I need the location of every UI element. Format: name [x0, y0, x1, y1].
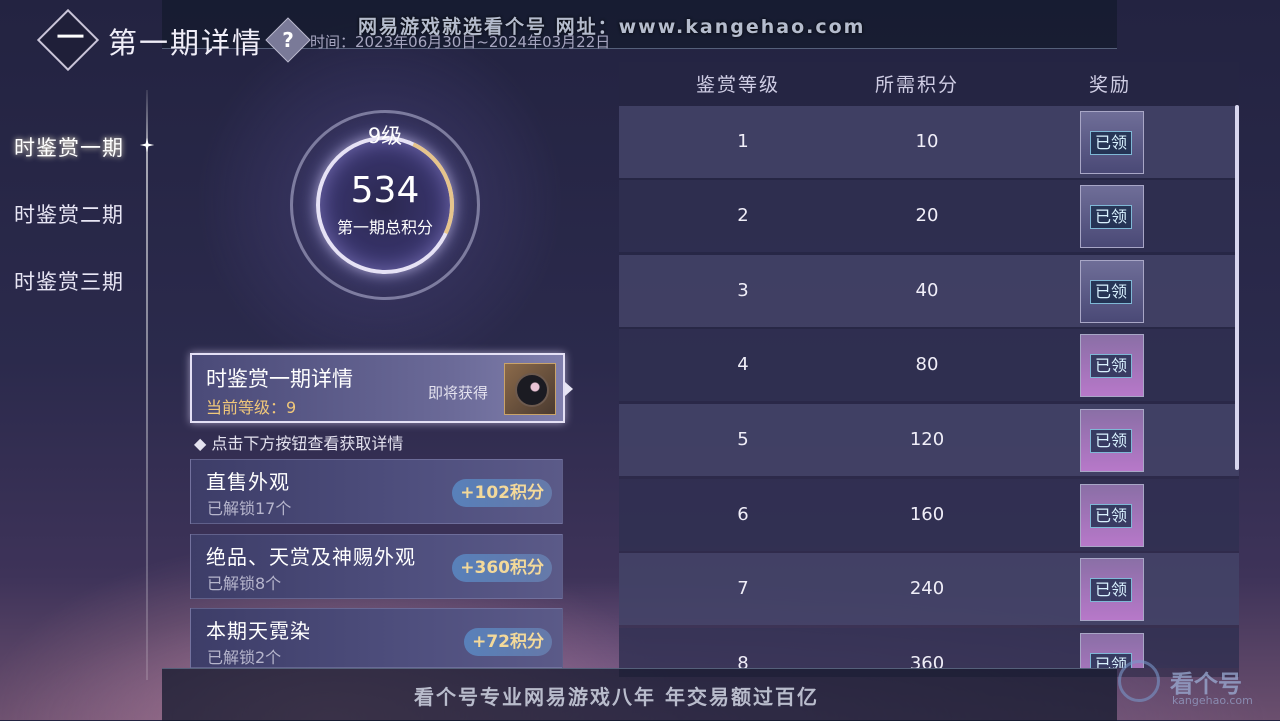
source-unlocked: 已解锁2个 — [207, 648, 282, 667]
table-row: 3 40 已领 — [619, 255, 1239, 327]
upcoming-reward-label: 即将获得 — [428, 384, 489, 402]
table-row: 4 80 已领 — [619, 329, 1239, 401]
table-scrollbar[interactable] — [1235, 105, 1239, 470]
period-detail-card[interactable]: 时鉴赏一期详情 当前等级：9 即将获得 — [190, 353, 565, 423]
row-level: 1 — [737, 131, 749, 152]
hint-text: ◆ 点击下方按钮查看获取详情 — [194, 434, 404, 453]
row-points: 120 — [909, 429, 945, 450]
back-button[interactable] — [36, 8, 100, 72]
page-title: 第一期详情 — [108, 26, 264, 60]
column-header-points: 所需积分 — [875, 74, 960, 96]
reward-item[interactable]: 已领 — [1080, 484, 1144, 547]
source-points-badge: +360积分 — [452, 554, 552, 582]
source-card-dye[interactable]: 本期天霓染 已解锁2个 +72积分 — [190, 608, 563, 668]
upcoming-reward-item[interactable] — [504, 363, 556, 415]
table-row: 7 240 已领 — [619, 553, 1239, 625]
sparkle-icon — [140, 138, 154, 152]
row-level: 5 — [737, 429, 749, 450]
source-points-badge: +102积分 — [452, 479, 552, 507]
sidebar-item-period-1[interactable]: 时鉴赏一期 — [14, 132, 124, 162]
source-title: 本期天霓染 — [206, 619, 311, 643]
row-points: 80 — [915, 354, 939, 375]
claimed-label: 已领 — [1090, 354, 1133, 378]
question-icon: ? — [282, 28, 294, 52]
source-points-badge: +72积分 — [464, 628, 552, 656]
reward-item[interactable]: 已领 — [1080, 558, 1144, 621]
row-level: 8 — [737, 653, 749, 668]
row-points: 40 — [915, 280, 939, 301]
row-level: 4 — [737, 354, 749, 375]
source-unlocked: 已解锁17个 — [207, 499, 292, 518]
row-level: 7 — [737, 578, 749, 599]
claimed-label: 已领 — [1090, 504, 1133, 528]
table-row: 1 10 已领 — [619, 106, 1239, 178]
row-points: 10 — [915, 131, 939, 152]
column-header-level: 鉴赏等级 — [696, 74, 781, 96]
claimed-label: 已领 — [1090, 429, 1133, 453]
row-level: 6 — [737, 504, 749, 525]
sidebar-item-period-3[interactable]: 时鉴赏三期 — [14, 266, 124, 296]
table-row: 2 20 已领 — [619, 180, 1239, 252]
bottom-banner-text: 看个号专业网易游戏八年 年交易额过百亿 — [414, 685, 819, 709]
watermark-logo-icon — [1118, 660, 1160, 702]
source-card-direct-sale[interactable]: 直售外观 已解锁17个 +102积分 — [190, 459, 563, 524]
date-range: 时间：2023年06月30日~2024年03月22日 — [310, 33, 611, 51]
claimed-label: 已领 — [1090, 205, 1133, 229]
total-score: 534 — [350, 170, 420, 211]
source-title: 绝品、天赏及神赐外观 — [206, 545, 416, 569]
table-row: 6 160 已领 — [619, 479, 1239, 551]
source-card-premium[interactable]: 绝品、天赏及神赐外观 已解锁8个 +360积分 — [190, 534, 563, 599]
row-level: 3 — [737, 280, 749, 301]
row-points: 20 — [915, 205, 939, 226]
claimed-label: 已领 — [1090, 280, 1133, 304]
row-points: 160 — [909, 504, 945, 525]
total-score-label: 第一期总积分 — [336, 218, 433, 237]
table-row: 5 120 已领 — [619, 404, 1239, 476]
source-unlocked: 已解锁8个 — [207, 574, 282, 593]
reward-item[interactable]: 已领 — [1080, 185, 1144, 248]
sidebar-divider — [146, 90, 148, 680]
arrow-right-icon — [565, 382, 573, 396]
detail-title: 时鉴赏一期详情 — [206, 367, 353, 391]
sidebar-item-period-2[interactable]: 时鉴赏二期 — [14, 199, 124, 229]
current-level: 9级 — [367, 124, 403, 148]
back-arrow-icon — [57, 34, 84, 38]
claimed-label: 已领 — [1090, 578, 1133, 602]
row-points: 360 — [909, 653, 945, 668]
reward-item[interactable]: 已领 — [1080, 334, 1144, 397]
source-title: 直售外观 — [206, 470, 290, 494]
column-header-reward: 奖励 — [1089, 74, 1132, 96]
row-points: 240 — [909, 578, 945, 599]
claimed-label: 已领 — [1090, 131, 1133, 155]
detail-current-level: 当前等级：9 — [206, 398, 297, 417]
reward-item[interactable]: 已领 — [1080, 409, 1144, 472]
reward-item[interactable]: 已领 — [1080, 111, 1144, 174]
reward-item[interactable]: 已领 — [1080, 260, 1144, 323]
row-level: 2 — [737, 205, 749, 226]
watermark-url: kangehao.com — [1172, 694, 1253, 707]
reward-orb-icon — [515, 373, 549, 407]
